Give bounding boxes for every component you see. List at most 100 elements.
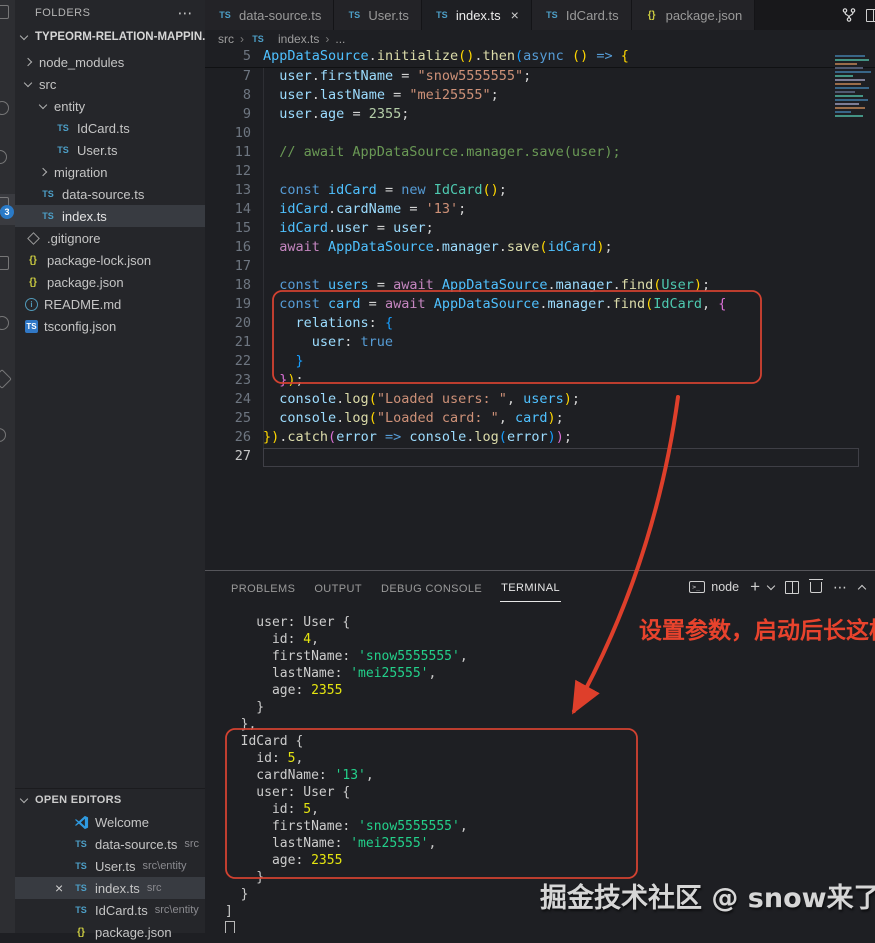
chevron-down-icon[interactable] <box>766 581 776 591</box>
bottom-panel: PROBLEMS OUTPUT DEBUG CONSOLE TERMINAL node… <box>205 570 875 933</box>
tree-item-entity[interactable]: entity <box>15 95 205 117</box>
tree-item-tsconfig.json[interactable]: TS tsconfig.json <box>15 315 205 337</box>
code-line-9[interactable]: 9 user.age = 2355; <box>205 106 875 125</box>
maximize-panel-button[interactable] <box>857 583 867 593</box>
extensions-icon[interactable] <box>0 256 9 270</box>
close-icon[interactable]: × <box>55 880 73 896</box>
code-line-15[interactable]: 15 idCard.user = user; <box>205 220 875 239</box>
fork-icon[interactable] <box>841 7 857 23</box>
terminal-line: } <box>225 700 265 715</box>
tab-package.json[interactable]: {} package.json <box>631 0 756 30</box>
project-section-label: TYPEORM-RELATION-MAPPIN... <box>35 31 205 43</box>
open-editor-index.ts[interactable]: × TS index.ts src <box>15 877 205 899</box>
terminal-cursor <box>225 921 235 933</box>
ts-file-icon: TS <box>436 10 448 20</box>
ellipsis-icon[interactable]: ⋯ <box>833 579 848 596</box>
breadcrumb-separator: › <box>325 32 330 46</box>
tree-item-node_modules[interactable]: node_modules <box>15 51 205 73</box>
open-editor-IdCard.ts[interactable]: TS IdCard.ts src\entity <box>15 899 205 921</box>
settings-gear-icon[interactable] <box>0 428 6 442</box>
code-line-23[interactable]: 23 }); <box>205 372 875 391</box>
minimap[interactable] <box>835 55 875 117</box>
code-line-11[interactable]: 11 // await AppDataSource.manager.save(u… <box>205 144 875 163</box>
tree-item-migration[interactable]: migration <box>15 161 205 183</box>
tree-item-README.md[interactable]: i README.md <box>15 293 205 315</box>
code-line-27[interactable]: 27 <box>205 448 875 467</box>
code-line-18[interactable]: 18 const users = await AppDataSource.man… <box>205 277 875 296</box>
tree-item-src[interactable]: src <box>15 73 205 95</box>
breadcrumb-item[interactable]: ... <box>335 32 345 46</box>
tree-item-IdCard.ts[interactable]: TS IdCard.ts <box>15 117 205 139</box>
code-line-26[interactable]: 26}).catch(error => console.log(error)); <box>205 429 875 448</box>
open-editor-data-source.ts[interactable]: TS data-source.ts src <box>15 833 205 855</box>
terminal-line: id: 4, <box>225 632 319 647</box>
tab-IdCard.ts[interactable]: TS IdCard.ts <box>531 0 632 30</box>
new-terminal-button[interactable]: + <box>750 577 760 597</box>
search-icon[interactable] <box>0 101 9 115</box>
code-line-14[interactable]: 14 idCard.cardName = '13'; <box>205 201 875 220</box>
panel-tab-output[interactable]: OUTPUT <box>313 573 363 602</box>
tree-item-package-lock.json[interactable]: {} package-lock.json <box>15 249 205 271</box>
close-icon[interactable]: × <box>511 7 519 23</box>
open-editor-Welcome[interactable]: Welcome <box>15 811 205 833</box>
tree-item-.gitignore[interactable]: .gitignore <box>15 227 205 249</box>
ts-file-icon: TS <box>75 839 87 849</box>
panel-tab-debug-console[interactable]: DEBUG CONSOLE <box>380 573 483 602</box>
code-line-8[interactable]: 8 user.lastName = "mei25555"; <box>205 87 875 106</box>
project-section-header[interactable]: TYPEORM-RELATION-MAPPIN... <box>15 26 205 48</box>
breadcrumb-item[interactable]: src <box>218 32 234 46</box>
open-editors-header[interactable]: OPEN EDITORS <box>15 789 205 811</box>
open-editor-package.json[interactable]: {} package.json <box>15 921 205 943</box>
editor-area: TS data-source.ts TS User.ts TS index.ts × TS Id… <box>205 0 875 933</box>
ellipsis-icon[interactable]: ⋯ <box>178 4 194 22</box>
tab-data-source.ts[interactable]: TS data-source.ts <box>205 0 335 30</box>
panel-tab-problems[interactable]: PROBLEMS <box>230 573 296 602</box>
code-line-10[interactable]: 10 <box>205 125 875 144</box>
chevron-down-icon <box>19 794 29 804</box>
tree-item-User.ts[interactable]: TS User.ts <box>15 139 205 161</box>
tree-item-package.json[interactable]: {} package.json <box>15 271 205 293</box>
code-line-22[interactable]: 22 } <box>205 353 875 372</box>
code-line-19[interactable]: 19 const card = await AppDataSource.mana… <box>205 296 875 315</box>
explorer-icon[interactable] <box>0 5 9 19</box>
chevron-right-icon <box>23 57 33 67</box>
code-line-20[interactable]: 20 relations: { <box>205 315 875 334</box>
tab-User.ts[interactable]: TS User.ts <box>334 0 422 30</box>
code-line-12[interactable]: 12 <box>205 163 875 182</box>
ts-file-icon: TS <box>57 145 69 155</box>
activity-bar[interactable]: 3 <box>0 0 15 933</box>
testing-icon[interactable] <box>0 369 12 389</box>
terminal-line: firstName: 'snow5555555', <box>225 649 468 664</box>
split-terminal-button[interactable] <box>785 580 799 594</box>
code-line-16[interactable]: 16 await AppDataSource.manager.save(idCa… <box>205 239 875 258</box>
code-line-24[interactable]: 24 console.log("Loaded users: ", users); <box>205 391 875 410</box>
code-line-5[interactable]: 5 AppDataSource.initialize().then(async (… <box>205 48 875 68</box>
ts-file-icon: TS <box>57 123 69 133</box>
breadcrumb-item[interactable]: index.ts <box>278 32 319 46</box>
split-editor-icon[interactable] <box>866 8 875 22</box>
terminal-line: }, <box>225 717 257 732</box>
terminal-line: } <box>225 870 265 885</box>
tab-index.ts[interactable]: TS index.ts × <box>421 0 532 30</box>
account-icon[interactable] <box>0 316 9 330</box>
code-line-17[interactable]: 17 <box>205 258 875 277</box>
chevron-down-icon <box>19 31 29 41</box>
terminal-shell-chip[interactable]: node <box>689 580 739 594</box>
editor-tabbar: TS data-source.ts TS User.ts TS index.ts × TS Id… <box>205 0 875 30</box>
code-editor[interactable]: 5 AppDataSource.initialize().then(async (… <box>205 48 875 570</box>
code-line-13[interactable]: 13 const idCard = new IdCard(); <box>205 182 875 201</box>
panel-header: PROBLEMS OUTPUT DEBUG CONSOLE TERMINAL node… <box>205 571 875 603</box>
terminal-line: age: 2355 <box>225 683 343 698</box>
panel-tab-terminal[interactable]: TERMINAL <box>500 572 561 602</box>
tree-item-data-source.ts[interactable]: TS data-source.ts <box>15 183 205 205</box>
kill-terminal-button[interactable] <box>809 578 823 593</box>
code-line-25[interactable]: 25 console.log("Loaded card: ", card); <box>205 410 875 429</box>
source-control-icon[interactable] <box>0 150 7 164</box>
terminal-content[interactable]: user: User { id: 4, firstName: 'snow5555… <box>225 615 875 933</box>
tree-item-index.ts[interactable]: TS index.ts <box>15 205 205 227</box>
ts-file-icon: TS <box>348 10 361 20</box>
code-line-7[interactable]: 7 user.firstName = "snow5555555"; <box>205 68 875 87</box>
code-line-21[interactable]: 21 user: true <box>205 334 875 353</box>
shell-label: node <box>711 580 740 594</box>
open-editor-User.ts[interactable]: TS User.ts src\entity <box>15 855 205 877</box>
